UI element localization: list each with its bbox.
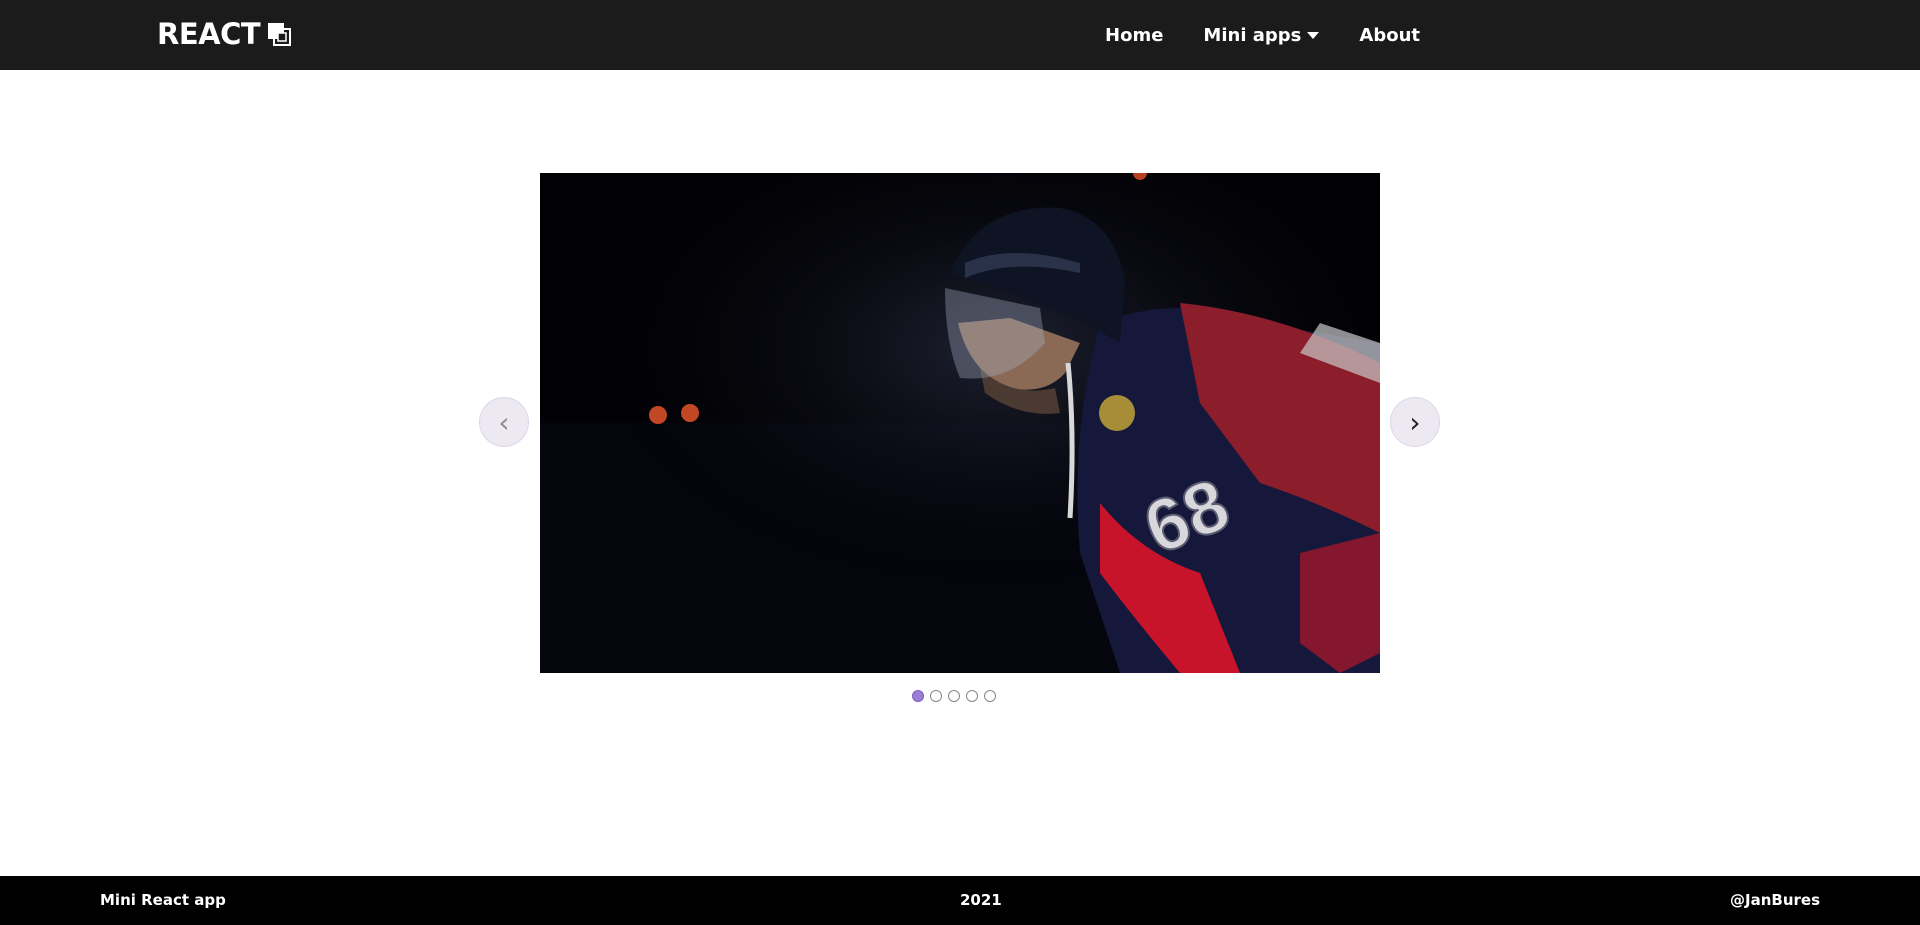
footer-author: @JanBures	[1730, 891, 1820, 909]
brand-link[interactable]: REACT	[157, 17, 292, 51]
caret-down-icon	[1307, 31, 1320, 39]
carousel-dot-2[interactable]	[930, 690, 942, 702]
carousel-slide-image: 68	[540, 173, 1380, 673]
top-navbar: REACT Home Mini apps About	[0, 0, 1920, 70]
carousel-indicators	[912, 690, 996, 702]
carousel-dot-4[interactable]	[966, 690, 978, 702]
brand-text: REACT	[157, 17, 261, 51]
carousel-prev-button[interactable]: ‹	[479, 397, 529, 447]
footer-app-name: Mini React app	[100, 891, 226, 909]
nav-about[interactable]: About	[1359, 25, 1420, 46]
carousel-dot-1[interactable]	[912, 690, 924, 702]
chevron-right-icon: ›	[1409, 405, 1421, 439]
chevron-left-icon: ‹	[498, 405, 510, 439]
nav-home-label: Home	[1105, 24, 1164, 46]
nav-home[interactable]: Home	[1105, 25, 1163, 46]
carousel-dot-3[interactable]	[948, 690, 960, 702]
nav-mini-apps-label: Mini apps	[1203, 24, 1302, 46]
carousel-dot-5[interactable]	[984, 690, 996, 702]
react-logo-icon	[268, 23, 292, 46]
nav-about-label: About	[1359, 24, 1420, 46]
footer-year: 2021	[960, 891, 1002, 909]
carousel-next-button[interactable]: ›	[1390, 397, 1440, 447]
nav-mini-apps-dropdown[interactable]: Mini apps	[1203, 24, 1320, 46]
page-footer: Mini React app 2021 @JanBures	[0, 876, 1920, 925]
nav-links: Home Mini apps About	[1065, 0, 1420, 70]
